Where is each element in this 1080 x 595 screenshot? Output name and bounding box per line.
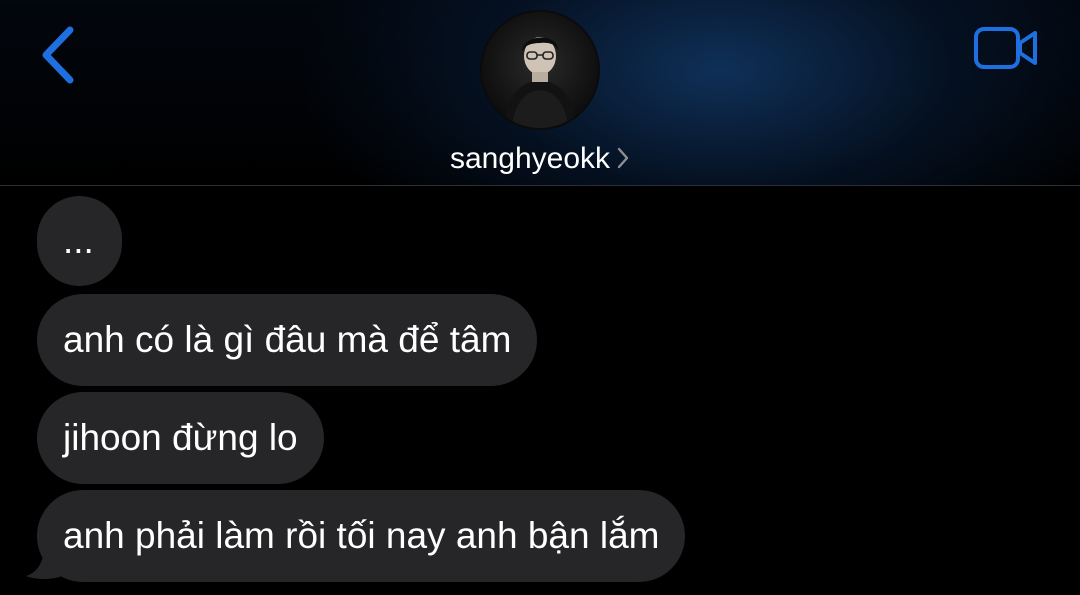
message-bubble[interactable]: anh có là gì đâu mà để tâm [37, 294, 538, 386]
message-bubble[interactable]: jihoon đừng lo [37, 392, 324, 484]
video-camera-icon [974, 27, 1037, 69]
back-button[interactable] [34, 22, 84, 88]
chat-screen: sanghyeokk ... anh có là gì đâu mà để tâ… [0, 0, 1080, 595]
contact-name-button[interactable]: sanghyeokk [0, 138, 1080, 180]
avatar-photo [482, 12, 598, 128]
video-call-button[interactable] [972, 24, 1040, 72]
chat-header: sanghyeokk [0, 0, 1080, 186]
message-bubble[interactable]: ... [37, 196, 122, 286]
chevron-right-icon [616, 140, 630, 169]
message-bubble[interactable]: anh phải làm rồi tối nay anh bận lắm [37, 490, 686, 582]
contact-avatar[interactable] [482, 12, 598, 128]
contact-name: sanghyeokk [449, 142, 611, 175]
chevron-left-icon [42, 26, 74, 84]
message-list: ... anh có là gì đâu mà để tâm jihoon đừ… [0, 186, 1080, 595]
